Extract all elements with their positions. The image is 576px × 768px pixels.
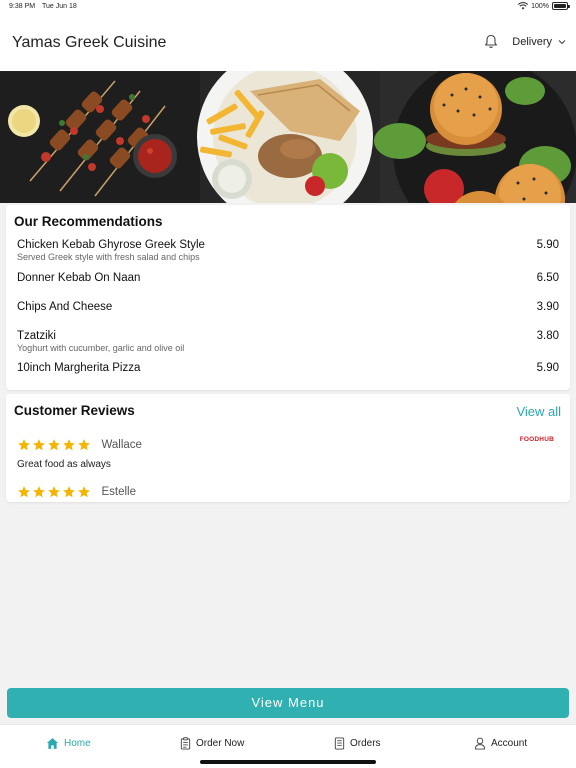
tab-label: Orders (350, 738, 381, 749)
restaurant-name: Yamas Greek Cuisine (12, 34, 167, 51)
item-price: 6.50 (536, 272, 559, 284)
reviewer-name: Estelle (101, 485, 136, 498)
tab-account[interactable]: Account (474, 737, 527, 750)
item-price: 3.90 (536, 301, 559, 313)
star-rating (17, 438, 91, 452)
hero-banner (0, 71, 576, 203)
bell-icon[interactable] (484, 34, 498, 49)
item-description: Served Greek style with fresh salad and … (17, 252, 200, 262)
reviews-title: Customer Reviews (14, 403, 135, 418)
recommendations-card: Our Recommendations Chicken Kebab Ghyros… (6, 205, 570, 390)
tab-orders[interactable]: Orders (334, 737, 381, 750)
receipt-icon (334, 737, 345, 750)
item-name: 10inch Margherita Pizza (17, 362, 141, 374)
review-item: Wallace Great food as always FOODHUB (17, 436, 559, 470)
status-date: Tue Jun 18 (42, 3, 77, 10)
tab-bar: Home Order Now Orders Account (0, 724, 576, 768)
home-indicator (200, 760, 376, 764)
star-icon (18, 438, 30, 451)
review-text: Great food as always (17, 459, 111, 470)
status-time: 9:38 PM (9, 3, 36, 10)
menu-item[interactable]: 10inch Margherita Pizza 5.90 (17, 362, 559, 374)
item-price: 5.90 (536, 239, 559, 251)
tab-label: Account (491, 738, 528, 749)
star-icon (33, 438, 45, 451)
wifi-icon (518, 2, 529, 10)
status-bar: 9:38 PM Tue Jun 18 100% (0, 0, 576, 14)
user-icon (474, 737, 486, 750)
home-icon (46, 738, 59, 749)
item-price: 5.90 (536, 362, 559, 374)
item-name: Tzatziki (17, 330, 56, 342)
star-icon (78, 438, 90, 451)
item-name: Donner Kebab On Naan (17, 272, 141, 284)
reviewer-name: Wallace (101, 438, 142, 451)
star-icon (48, 438, 60, 451)
tab-home[interactable]: Home (46, 737, 91, 750)
clipboard-icon (180, 737, 191, 750)
star-icon (63, 438, 75, 451)
item-name: Chips And Cheese (17, 301, 113, 313)
view-menu-button[interactable]: View Menu (7, 688, 569, 718)
menu-item[interactable]: Donner Kebab On Naan 6.50 (17, 272, 559, 284)
reviews-card: Customer Reviews View all Wallace Great … (6, 394, 570, 502)
review-item: Estelle (17, 483, 559, 501)
tab-label: Home (64, 738, 91, 749)
item-name: Chicken Kebab Ghyrose Greek Style (17, 239, 205, 251)
star-icon (48, 485, 60, 498)
delivery-label[interactable]: Delivery (512, 36, 552, 48)
menu-item[interactable]: Chips And Cheese 3.90 (17, 301, 559, 313)
star-icon (63, 485, 75, 498)
menu-item[interactable]: Tzatziki Yoghurt with cucumber, garlic a… (17, 330, 559, 353)
battery-percent: 100% (531, 2, 549, 10)
tab-order-now[interactable]: Order Now (180, 737, 244, 750)
foodhub-logo: FOODHUB (519, 436, 554, 443)
star-rating (17, 485, 91, 499)
status-right: 100% (518, 2, 570, 10)
menu-item[interactable]: Chicken Kebab Ghyrose Greek Style Served… (17, 239, 559, 262)
header: Yamas Greek Cuisine Delivery (0, 14, 576, 71)
recommendations-title: Our Recommendations (14, 214, 163, 229)
tab-label: Order Now (196, 738, 245, 749)
food-banner-image (0, 71, 576, 203)
star-icon (33, 485, 45, 498)
chevron-down-icon[interactable] (558, 39, 566, 45)
battery-icon (552, 2, 570, 10)
view-all-link[interactable]: View all (516, 404, 561, 419)
star-icon (18, 485, 30, 498)
delivery-selector[interactable]: Delivery (484, 34, 566, 49)
item-price: 3.80 (536, 330, 559, 342)
star-icon (78, 485, 90, 498)
item-description: Yoghurt with cucumber, garlic and olive … (17, 343, 185, 353)
